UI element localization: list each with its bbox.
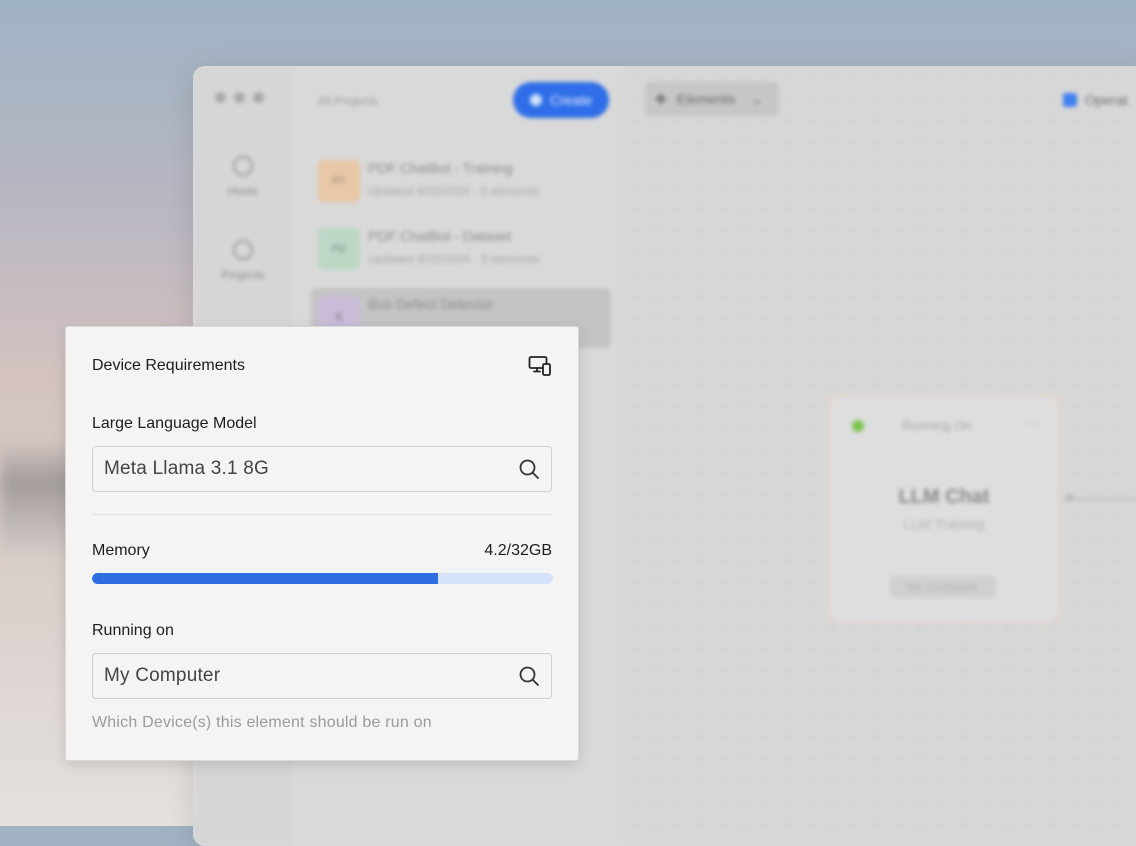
window-control-dot: [234, 92, 245, 103]
project-thumbnail: PT: [318, 160, 360, 202]
project-meta: Updated 4/22/2024 · 5 elements: [368, 184, 540, 198]
chevron-down-icon: ⌄: [751, 90, 763, 107]
running-on-select-field[interactable]: My Computer: [92, 653, 552, 699]
node-title: LLM Chat: [898, 486, 990, 508]
llm-select-field[interactable]: Meta Llama 3.1 8G: [92, 446, 552, 492]
elements-button-label: Elements: [676, 91, 736, 107]
search-icon[interactable]: [518, 458, 540, 480]
llm-label: Large Language Model: [92, 415, 257, 432]
project-title: PDF ChatBot - Training: [368, 160, 513, 176]
elements-button: ✚ Elements ⌄: [645, 82, 779, 116]
projects-icon: [233, 240, 253, 260]
operations-toggle: Operat: [1063, 92, 1128, 108]
llm-chat-node: Running On ··· LLM Chat LLM Training My …: [828, 394, 1060, 624]
node-connector: [1065, 494, 1136, 502]
elements-icon: ✚: [655, 90, 667, 107]
memory-value: 4.2/32GB: [484, 542, 552, 559]
project-row: PT PDF ChatBot - Training Updated 4/22/2…: [313, 154, 603, 210]
search-icon[interactable]: [518, 665, 540, 687]
panel-title: Device Requirements: [92, 357, 245, 374]
project-thumbnail: PD: [318, 228, 360, 270]
node-status-text: Running On: [902, 418, 972, 433]
rail-item-label: Projects: [221, 268, 265, 282]
more-icon: ···: [1024, 414, 1038, 430]
device-settings-icon[interactable]: [528, 355, 552, 377]
plus-icon: [529, 94, 542, 106]
flow-canvas: ✚ Elements ⌄ Operat Running On ··· LLM C…: [623, 66, 1136, 846]
memory-progress-bar: [92, 573, 553, 584]
create-button: Create: [513, 82, 609, 118]
checkbox-icon: [1063, 93, 1077, 107]
operations-label: Operat: [1085, 92, 1128, 108]
create-button-label: Create: [549, 92, 593, 108]
window-controls: [215, 92, 264, 103]
project-meta: Updated 4/22/2024 · 3 elements: [368, 252, 540, 266]
section-divider: [92, 514, 552, 515]
node-device-chip: My Computer: [890, 576, 996, 598]
rail-item-projects: Projects: [193, 240, 293, 282]
window-control-dot: [253, 92, 264, 103]
window-control-dot: [215, 92, 226, 103]
list-title: All Projects: [318, 94, 379, 108]
memory-progress-fill: [92, 573, 438, 584]
hosts-icon: [233, 156, 253, 176]
memory-label: Memory: [92, 542, 150, 559]
running-on-value: My Computer: [104, 665, 221, 686]
project-title: PDF ChatBot - Dataset: [368, 228, 512, 244]
rail-item-label: Hosts: [227, 184, 259, 198]
node-subtitle: LLM Training: [903, 516, 985, 532]
running-on-helper-text: Which Device(s) this element should be r…: [92, 714, 432, 731]
status-dot: [852, 420, 864, 432]
llm-value: Meta Llama 3.1 8G: [104, 458, 269, 479]
rail-item-hosts: Hosts: [193, 156, 293, 198]
project-row: PD PDF ChatBot - Dataset Updated 4/22/20…: [313, 222, 603, 278]
project-title: Bus Defect Detector: [368, 296, 494, 312]
running-on-label: Running on: [92, 622, 174, 639]
device-requirements-panel: Device Requirements Large Language Model…: [65, 326, 579, 761]
